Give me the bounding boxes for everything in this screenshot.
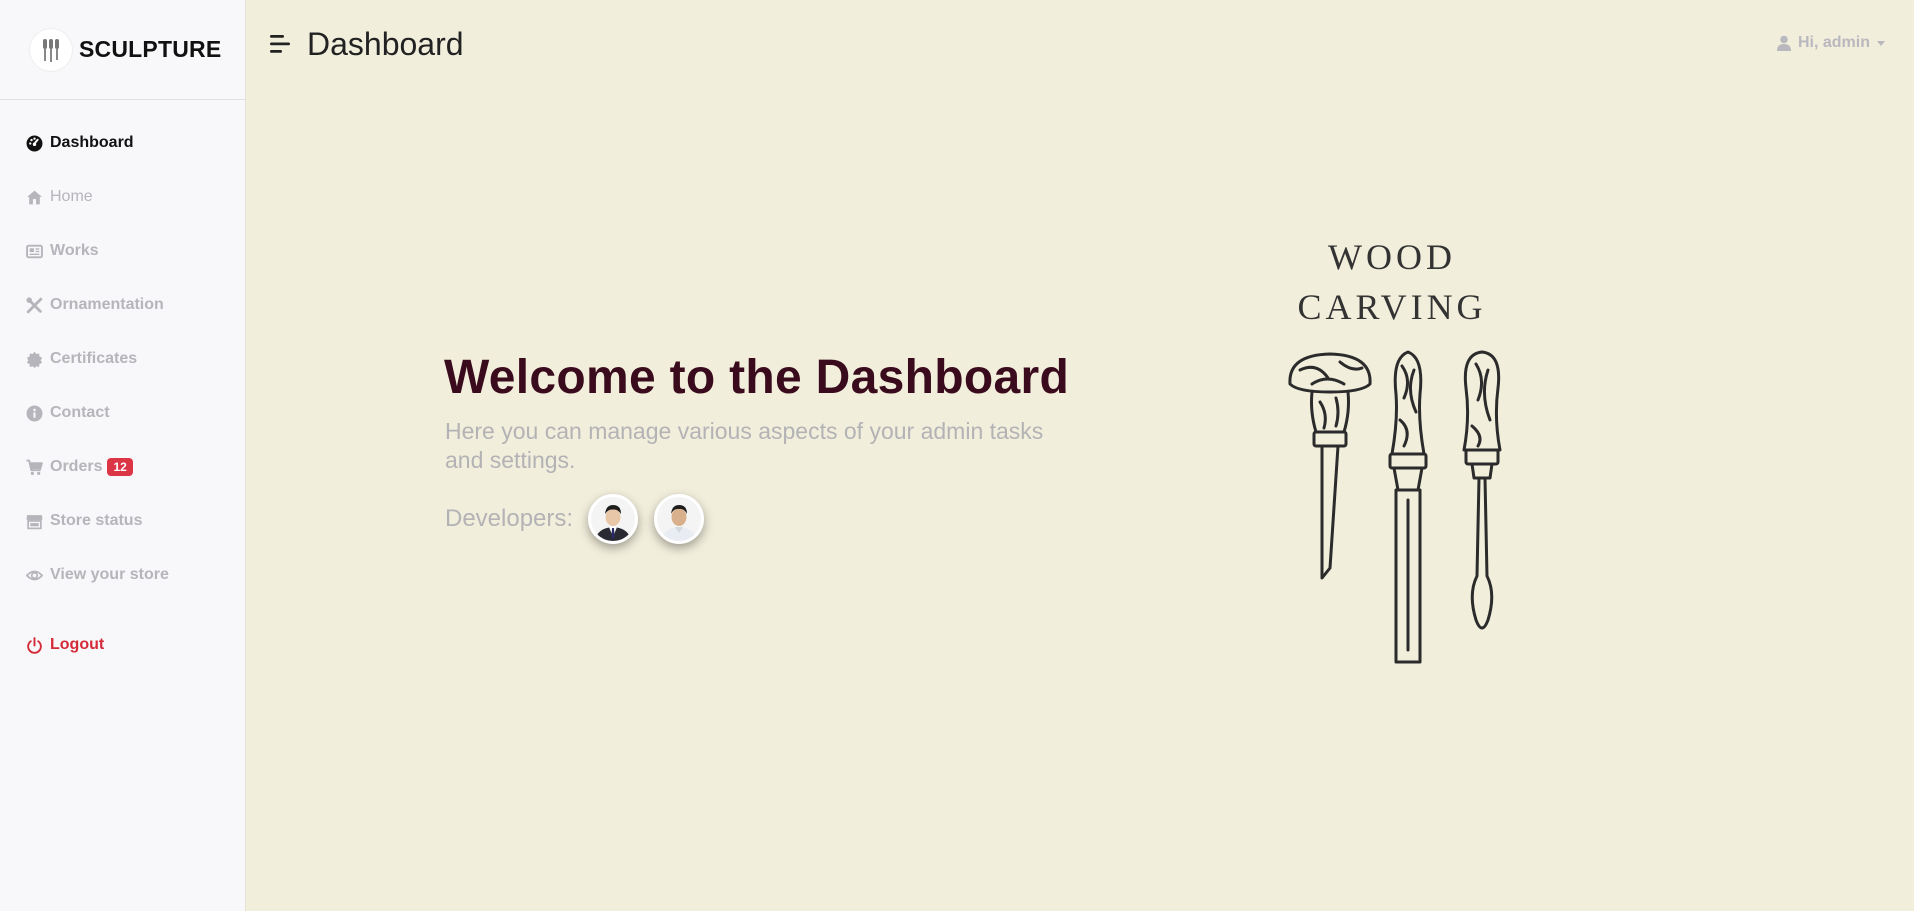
sidebar-item-ornamentation[interactable]: Ornamentation	[26, 296, 164, 314]
sidebar-item-label: Ornamentation	[50, 296, 164, 313]
illustration-title-line2: CARVING	[1297, 287, 1487, 327]
sidebar-item-label: Works	[50, 242, 99, 259]
sidebar-item-certificates[interactable]: Certificates	[26, 350, 137, 368]
wood-carving-illustration: WOOD CARVING	[1272, 230, 1512, 670]
brand-name: SCULPTURE	[79, 36, 222, 62]
sidebar-toggle-button[interactable]	[270, 33, 292, 55]
cart-icon	[26, 459, 43, 476]
sidebar-item-label: Contact	[50, 404, 110, 421]
sidebar-item-orders[interactable]: Orders 12	[26, 458, 133, 476]
logout-button[interactable]: Logout	[26, 636, 104, 654]
illustration-title-line1: WOOD	[1328, 237, 1456, 277]
tools-icon	[26, 296, 43, 314]
carving-tools-icon	[1288, 350, 1502, 664]
certificate-icon	[26, 351, 43, 368]
sidebar-item-works[interactable]: Works	[26, 242, 99, 260]
chevron-down-icon	[1877, 40, 1885, 46]
user-menu-dropdown[interactable]: Hi, admin	[1776, 34, 1885, 52]
eye-icon	[26, 567, 43, 584]
sidebar-item-label: Store status	[50, 512, 143, 529]
developer-avatar[interactable]	[588, 494, 639, 544]
welcome-title: Welcome to the Dashboard	[444, 351, 1070, 404]
sidebar-item-store-status[interactable]: Store status	[26, 512, 142, 530]
store-icon	[26, 513, 43, 530]
brand[interactable]: SCULPTURE	[0, 0, 245, 100]
page-title: Dashboard	[307, 26, 464, 62]
sidebar-item-label: View your store	[50, 566, 169, 583]
brand-logo	[30, 28, 72, 71]
sidebar: SCULPTURE Dashboard Home Works Ornamenta…	[0, 0, 246, 911]
user-icon	[1776, 35, 1792, 51]
developers-label: Developers:	[445, 505, 574, 532]
info-icon	[26, 405, 43, 422]
newspaper-icon	[26, 243, 43, 260]
sidebar-item-label: Dashboard	[50, 134, 134, 151]
sidebar-item-home[interactable]: Home	[26, 188, 93, 206]
sidebar-item-label: Certificates	[50, 350, 138, 367]
gauge-icon	[26, 135, 43, 152]
power-icon	[26, 636, 43, 654]
user-greeting: Hi, admin	[1797, 34, 1870, 51]
developers-section: Developers:	[445, 494, 720, 544]
developer-avatar[interactable]	[654, 494, 705, 544]
sidebar-item-label: Orders	[50, 458, 103, 475]
sidebar-item-view-store[interactable]: View your store	[26, 566, 169, 584]
home-icon	[26, 189, 43, 206]
sidebar-item-label: Home	[50, 188, 93, 205]
welcome-subtitle: Here you can manage various aspects of y…	[445, 418, 1044, 473]
menu-icon	[270, 35, 290, 53]
sidebar-item-dashboard[interactable]: Dashboard	[26, 134, 134, 152]
logout-label: Logout	[50, 636, 105, 653]
sidebar-item-contact[interactable]: Contact	[26, 404, 110, 422]
orders-count-badge: 12	[107, 458, 133, 476]
